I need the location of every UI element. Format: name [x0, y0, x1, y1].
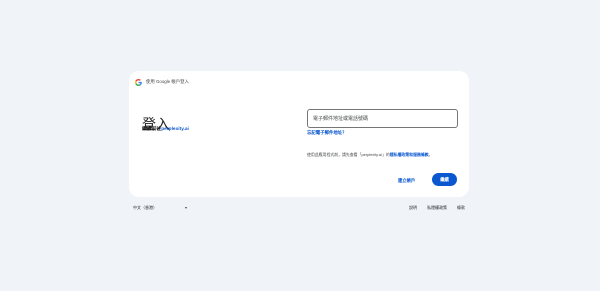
footer-link-terms[interactable]: 條款 — [457, 206, 465, 210]
forgot-email-link[interactable]: 忘記電子郵件地址？ — [307, 130, 347, 135]
card-header-text: 使用 Google 帳戶登入 — [146, 78, 189, 84]
language-label: 中文（香港） — [133, 205, 157, 210]
google-logo-icon — [135, 78, 142, 86]
privacy-notice-prefix: 使用此應用程式前，請先查看「perplexity.ai」的 — [307, 152, 390, 157]
footer-links: 說明 私隱權政策 條款 — [399, 203, 465, 213]
chevron-down-icon[interactable] — [185, 206, 187, 209]
app-name-link[interactable]: perplexity.ai — [161, 127, 189, 132]
privacy-terms-link[interactable]: 隱私權政策和服務條款 — [390, 152, 429, 157]
footer-link-help[interactable]: 說明 — [409, 206, 417, 210]
language-selector[interactable]: 中文（香港） — [133, 203, 157, 213]
footer: 中文（香港） 說明 私隱權政策 條款 — [133, 203, 465, 213]
create-account-button[interactable]: 建立帳戶 — [392, 175, 421, 186]
privacy-notice-suffix: 。 — [428, 152, 433, 157]
email-or-phone-input[interactable] — [307, 109, 458, 128]
privacy-notice: 使用此應用程式前，請先查看「perplexity.ai」的隱私權政策和服務條款。 — [307, 153, 433, 157]
footer-link-privacy[interactable]: 私隱權政策 — [427, 206, 447, 210]
card-header: 使用 Google 帳戶登入 — [135, 77, 189, 87]
subtitle: 繼續前往perplexity.ai — [142, 127, 189, 133]
sign-in-card: 使用 Google 帳戶登入 登入 繼續前往perplexity.ai 忘記電子… — [129, 71, 469, 197]
subtitle-prefix: 繼續前往 — [142, 127, 162, 132]
next-button[interactable]: 繼續 — [432, 173, 457, 186]
